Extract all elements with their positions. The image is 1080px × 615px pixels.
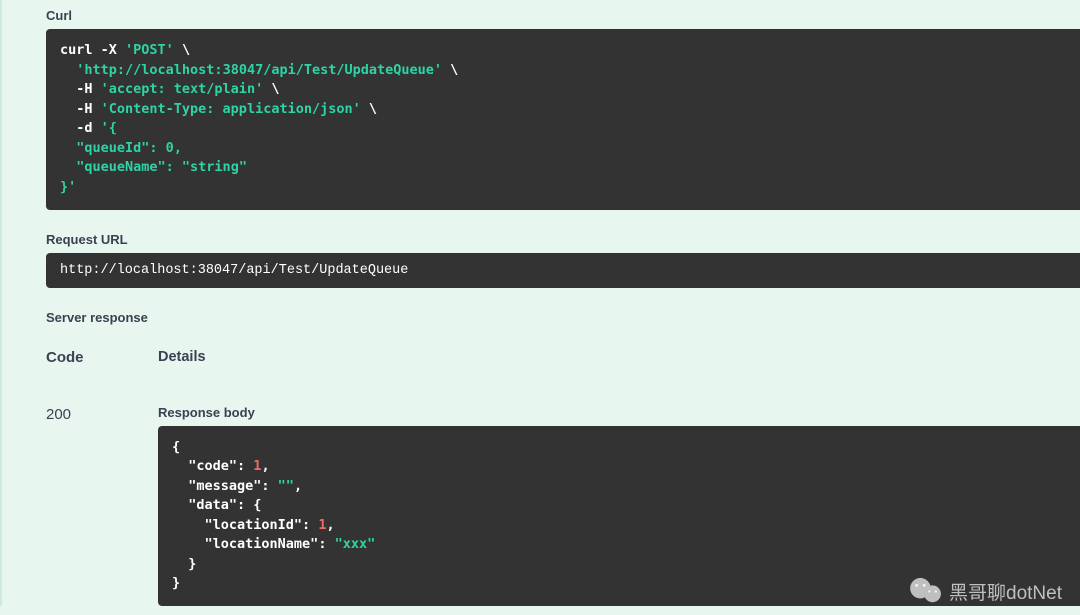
bv2: "string" bbox=[182, 159, 247, 175]
rbc: } bbox=[172, 575, 180, 591]
curl-block[interactable]: curl -X 'POST' \ 'http://localhost:38047… bbox=[46, 29, 1080, 210]
code-header: Code bbox=[46, 349, 158, 406]
bs2: \ bbox=[442, 62, 458, 78]
h2: 'Content-Type: application/json' bbox=[101, 101, 361, 117]
response-table: Code 200 Details Response body { "code":… bbox=[46, 349, 1080, 607]
bs3: \ bbox=[263, 81, 279, 97]
dp: -d bbox=[60, 120, 101, 136]
watermark: 黑哥聊dotNet bbox=[909, 577, 1062, 605]
wechat-icon bbox=[909, 577, 943, 605]
bs4: \ bbox=[361, 101, 377, 117]
rvli: 1 bbox=[318, 517, 326, 533]
rkc: "code" bbox=[172, 458, 237, 474]
h2p: -H bbox=[60, 101, 101, 117]
request-url-label: Request URL bbox=[46, 224, 1080, 253]
request-url-block[interactable]: http://localhost:38047/api/Test/UpdateQu… bbox=[46, 253, 1080, 288]
bs1: \ bbox=[174, 42, 190, 58]
server-response-label: Server response bbox=[46, 302, 1080, 331]
h1: 'accept: text/plain' bbox=[101, 81, 264, 97]
rvm: "" bbox=[278, 478, 294, 494]
rbo: { bbox=[172, 439, 180, 455]
curl-url: 'http://localhost:38047/api/Test/UpdateQ… bbox=[76, 62, 442, 78]
dend: }' bbox=[60, 179, 76, 195]
bv1: 0 bbox=[166, 140, 174, 156]
rkli: "locationId" bbox=[172, 517, 302, 533]
bk1: "queueId": bbox=[60, 140, 166, 156]
dstart: '{ bbox=[101, 120, 117, 136]
curl-label: Curl bbox=[46, 0, 1080, 29]
rvc: 1 bbox=[253, 458, 261, 474]
c1: , bbox=[174, 140, 182, 156]
watermark-text: 黑哥聊dotNet bbox=[949, 578, 1062, 605]
rdo: { bbox=[253, 497, 261, 513]
rkm: "message" bbox=[172, 478, 261, 494]
bk2: "queueName": bbox=[60, 159, 182, 175]
rdc: } bbox=[172, 556, 196, 572]
curl-cmd: curl -X bbox=[60, 42, 125, 58]
curl-method: 'POST' bbox=[125, 42, 174, 58]
rkln: "locationName" bbox=[172, 536, 318, 552]
h1p: -H bbox=[60, 81, 101, 97]
response-body-label: Response body bbox=[158, 405, 1080, 426]
status-code: 200 bbox=[46, 406, 158, 423]
rkd: "data" bbox=[172, 497, 237, 513]
details-header: Details bbox=[158, 349, 1080, 405]
rvln: "xxx" bbox=[335, 536, 376, 552]
